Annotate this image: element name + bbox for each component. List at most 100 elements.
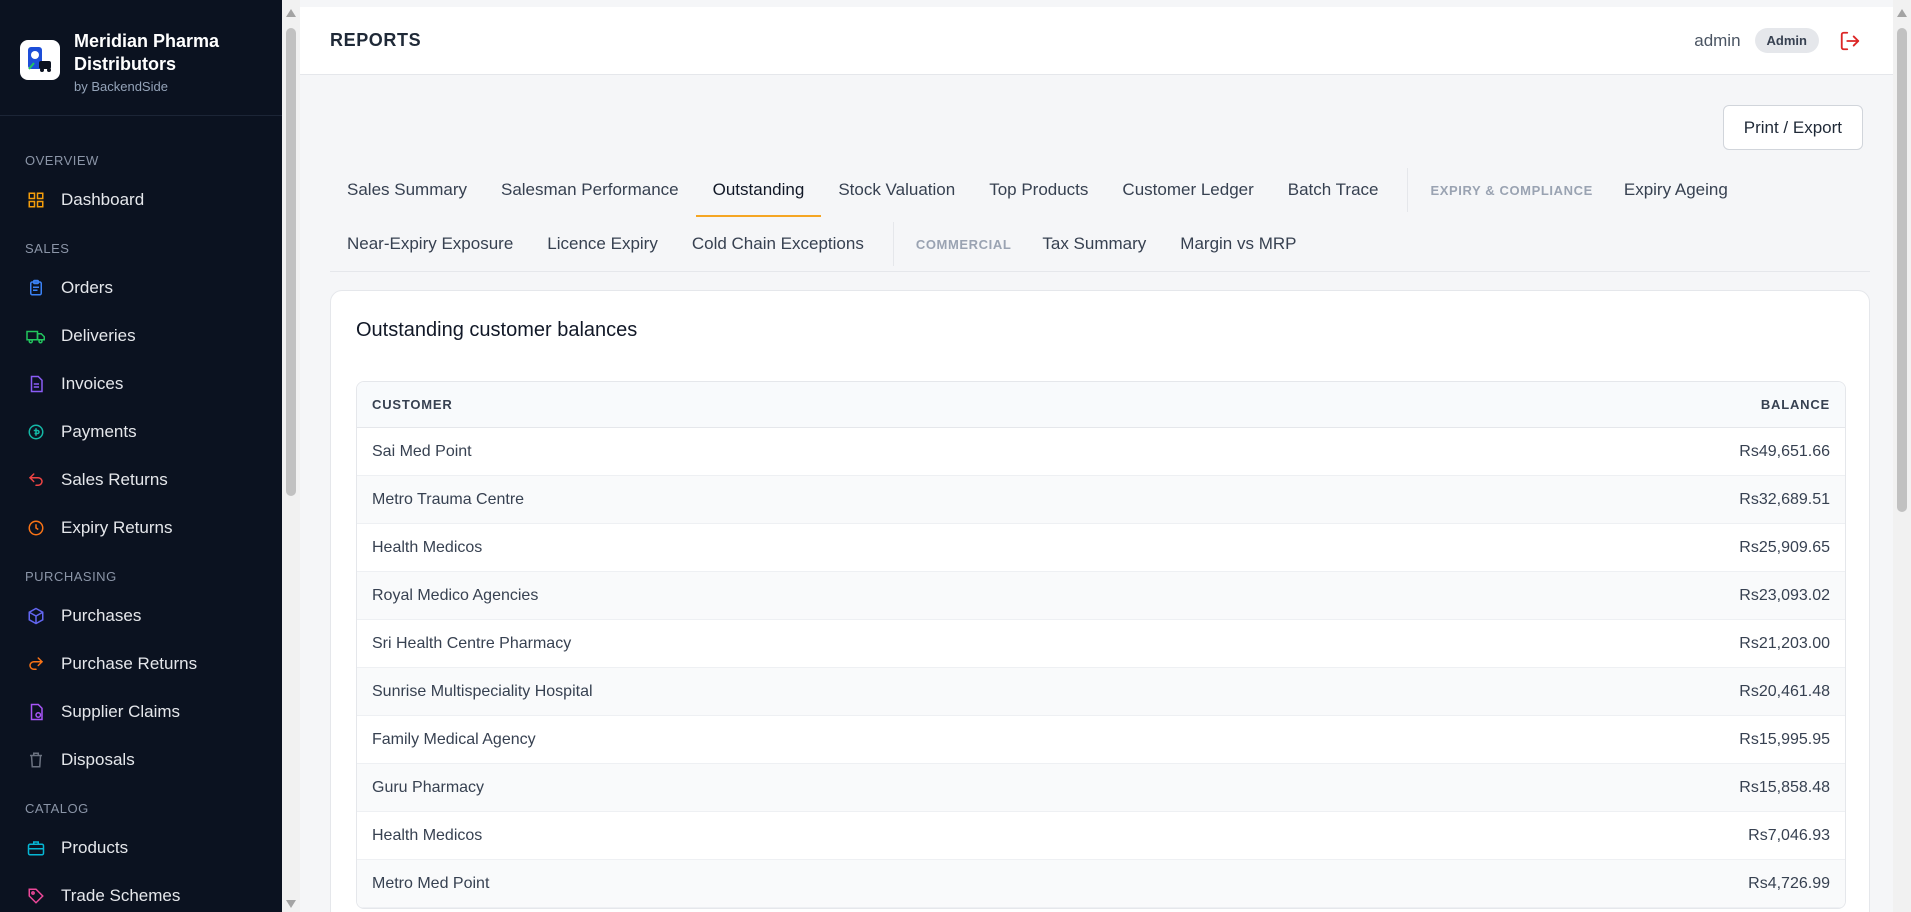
sidebar-item-supplier-claims[interactable]: Supplier Claims xyxy=(0,688,282,736)
sidebar-item-payments[interactable]: Payments xyxy=(0,408,282,456)
nav-section-label: PURCHASING xyxy=(25,569,117,584)
tab-group-label: EXPIRY & COMPLIANCE xyxy=(1430,182,1593,198)
customer-name: Sai Med Point xyxy=(372,442,472,460)
tab-expiry-ageing[interactable]: Expiry Ageing xyxy=(1607,163,1745,217)
balance-amount: Rs23,093.02 xyxy=(1739,586,1830,604)
tab-outstanding[interactable]: Outstanding xyxy=(695,163,822,217)
customer-name: Health Medicos xyxy=(372,538,483,556)
table-row[interactable]: Health Medicos Rs7,046.93 xyxy=(357,812,1845,860)
tag-icon xyxy=(25,885,47,907)
claim-icon xyxy=(25,701,47,723)
cube-icon xyxy=(25,605,47,627)
sidebar-item-label: Purchase Returns xyxy=(61,654,198,673)
tabs-row-2: Near-Expiry Exposure Licence Expiry Cold C… xyxy=(330,217,1870,271)
scrollbar-thumb[interactable] xyxy=(286,28,296,496)
sidebar-item-disposals[interactable]: Disposals xyxy=(0,736,282,784)
balance-amount: Rs15,858.48 xyxy=(1739,778,1830,796)
sidebar-item-label: Products xyxy=(61,838,129,857)
grid-icon xyxy=(25,189,47,211)
page-scrollbar[interactable] xyxy=(1893,0,1911,912)
user-name: admin xyxy=(1694,30,1741,50)
tab-top-products[interactable]: Top Products xyxy=(972,163,1105,217)
forward-icon xyxy=(25,653,47,675)
tab-salesman-performance[interactable]: Salesman Performance xyxy=(484,163,696,217)
table-header: CUSTOMER BALANCE xyxy=(357,382,1845,428)
customer-name: Guru Pharmacy xyxy=(372,778,485,796)
table-row[interactable]: Metro Med Point Rs4,726.99 xyxy=(357,860,1845,908)
table-row[interactable]: Sunrise Multispeciality Hospital Rs20,461… xyxy=(357,668,1845,716)
briefcase-icon xyxy=(25,837,47,859)
print-export-button[interactable]: Print / Export xyxy=(1722,105,1863,150)
clipboard-icon xyxy=(25,277,47,299)
column-customer[interactable]: CUSTOMER xyxy=(372,397,453,412)
sidebar-item-label: Supplier Claims xyxy=(61,702,181,721)
sidebar-item-purchases[interactable]: Purchases xyxy=(0,592,282,640)
scroll-down-arrow-icon[interactable] xyxy=(286,900,296,908)
scroll-up-arrow-icon[interactable] xyxy=(286,9,296,17)
balance-amount: Rs20,461.48 xyxy=(1739,682,1830,700)
report-title: Outstanding customer balances xyxy=(356,319,638,341)
tab-tax-summary[interactable]: Tax Summary xyxy=(1025,217,1163,271)
balance-amount: Rs4,726.99 xyxy=(1748,874,1830,892)
column-balance[interactable]: BALANCE xyxy=(1761,397,1830,412)
document-icon xyxy=(25,373,47,395)
scroll-up-arrow-icon[interactable] xyxy=(1897,9,1907,17)
sidebar-item-label: Trade Schemes xyxy=(61,886,181,905)
sidebar-item-dashboard[interactable]: Dashboard xyxy=(0,176,282,224)
sidebar-item-purchase-returns[interactable]: Purchase Returns xyxy=(0,640,282,688)
brand-logo xyxy=(20,40,60,80)
sidebar-item-label: Dashboard xyxy=(61,190,145,209)
customer-name: Royal Medico Agencies xyxy=(372,586,539,604)
table-row[interactable]: Sai Med Point Rs49,651.66 xyxy=(357,428,1845,476)
brand-sub: by BackendSide xyxy=(74,79,168,94)
table-row[interactable]: Sri Health Centre Pharmacy Rs21,203.00 xyxy=(357,620,1845,668)
sidebar-item-label: Payments xyxy=(61,422,137,441)
sidebar-item-deliveries[interactable]: Deliveries xyxy=(0,312,282,360)
sidebar-scrollbar[interactable] xyxy=(282,0,300,912)
customer-name: Health Medicos xyxy=(372,826,483,844)
brand-name: Meridian Pharma Distributors xyxy=(74,31,220,74)
sidebar-item-orders[interactable]: Orders xyxy=(0,264,282,312)
table-row[interactable]: Family Medical Agency Rs15,995.95 xyxy=(357,716,1845,764)
tabs-row-1: Sales Summary Salesman Performance Outstan… xyxy=(330,163,1870,217)
table-row[interactable]: Health Medicos Rs25,909.65 xyxy=(357,524,1845,572)
sidebar-item-expiry-returns[interactable]: Expiry Returns xyxy=(0,504,282,552)
table-row[interactable]: Metro Trauma Centre Rs32,689.51 xyxy=(357,476,1845,524)
sidebar-item-trade-schemes[interactable]: Trade Schemes xyxy=(0,872,282,912)
tab-group-divider xyxy=(1407,168,1409,212)
nav-section-label: OVERVIEW xyxy=(25,153,99,168)
sidebar: Meridian Pharma Distributors by BackendS… xyxy=(0,0,282,912)
trash-icon xyxy=(25,749,47,771)
customer-name: Family Medical Agency xyxy=(372,730,536,748)
balance-amount: Rs25,909.65 xyxy=(1739,538,1830,556)
page-title: REPORTS xyxy=(330,30,422,50)
tab-margin-vs-mrp[interactable]: Margin vs MRP xyxy=(1163,217,1313,271)
brand[interactable]: Meridian Pharma Distributors by BackendS… xyxy=(0,0,282,116)
tab-batch-trace[interactable]: Batch Trace xyxy=(1271,163,1396,217)
tab-cold-chain-exceptions[interactable]: Cold Chain Exceptions xyxy=(675,217,881,271)
tab-customer-ledger[interactable]: Customer Ledger xyxy=(1105,163,1270,217)
balance-amount: Rs15,995.95 xyxy=(1739,730,1830,748)
tab-near-expiry-exposure[interactable]: Near-Expiry Exposure xyxy=(330,217,530,271)
scrollbar-thumb[interactable] xyxy=(1897,28,1907,512)
table-row[interactable]: Royal Medico Agencies Rs23,093.02 xyxy=(357,572,1845,620)
sidebar-item-label: Orders xyxy=(61,278,113,297)
tab-stock-valuation[interactable]: Stock Valuation xyxy=(821,163,972,217)
sidebar-item-invoices[interactable]: Invoices xyxy=(0,360,282,408)
report-tabs: Sales Summary Salesman Performance Outstan… xyxy=(330,163,1870,272)
customer-name: Metro Trauma Centre xyxy=(372,490,525,508)
tab-licence-expiry[interactable]: Licence Expiry xyxy=(530,217,675,271)
sidebar-item-products[interactable]: Products xyxy=(0,824,282,872)
sidebar-item-sales-returns[interactable]: Sales Returns xyxy=(0,456,282,504)
customer-name: Sri Health Centre Pharmacy xyxy=(372,634,572,652)
table-body: Sai Med Point Rs49,651.66 Metro Trauma Cen… xyxy=(357,428,1845,908)
sidebar-item-label: Deliveries xyxy=(61,326,136,345)
main-content: Print / Export Sales Summary Salesman Per… xyxy=(300,75,1893,912)
logout-icon[interactable] xyxy=(1837,28,1863,54)
tab-group-divider xyxy=(892,222,894,266)
customer-name: Metro Med Point xyxy=(372,874,490,892)
return-icon xyxy=(25,469,47,491)
tab-sales-summary[interactable]: Sales Summary xyxy=(330,163,484,217)
role-badge: Admin xyxy=(1754,28,1819,53)
table-row[interactable]: Guru Pharmacy Rs15,858.48 xyxy=(357,764,1845,812)
